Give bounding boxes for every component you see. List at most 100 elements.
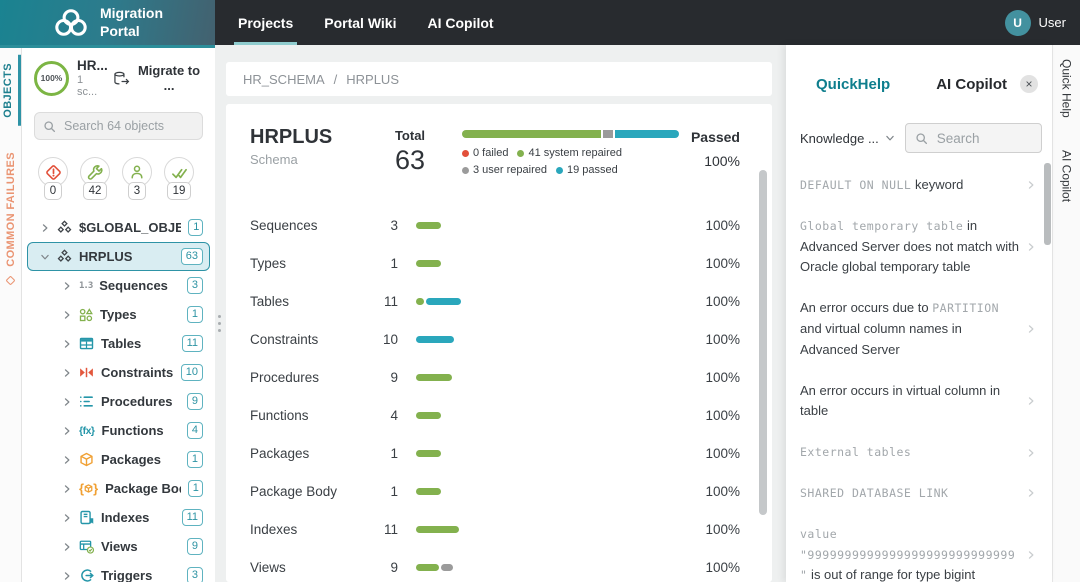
bar-segment-user_repaired [441,564,453,571]
bar-segment-system_repaired [416,412,441,419]
brand-title-line2: Portal [100,23,163,41]
quickhelp-scrollbar-thumb[interactable] [1044,163,1051,245]
nav-tab-projects[interactable]: Projects [238,0,293,45]
summary-row-label: Packages [250,446,354,461]
tree-item-count-badge: 1 [188,480,203,497]
migrate-button[interactable]: Migrate to ... [113,63,207,93]
tree-item-hrplus[interactable]: HRPLUS63 [27,242,210,271]
summary-row-count: 1 [354,256,398,271]
tree-item-sequences[interactable]: 1.3Sequences3 [27,271,210,300]
close-icon[interactable]: × [1020,75,1038,93]
rail-tab-common-failures[interactable]: COMMON FAILURES [5,150,17,269]
quickhelp-panel: QuickHelp AI Copilot × Knowledge ... DEF… [786,45,1052,582]
help-topic[interactable]: External tables [800,432,1036,473]
bar-segment-passed [615,130,679,138]
summary-row-package-body[interactable]: Package Body1100% [250,472,740,510]
legend-label: 3 user repaired [473,164,547,176]
summary-row-tables[interactable]: Tables11100% [250,282,740,320]
tree-item-views[interactable]: Views9 [27,532,210,561]
schema-title: HRPLUS [250,126,376,149]
tab-quickhelp[interactable]: QuickHelp [816,76,890,93]
breadcrumb-object[interactable]: HRPLUS [346,72,399,87]
summary-row-functions[interactable]: Functions4100% [250,396,740,434]
bar-segment-system_repaired [416,488,441,495]
summary-row-views[interactable]: Views9100% [250,548,740,582]
sidebar-search-input[interactable] [62,118,194,134]
main-scrollbar-thumb[interactable] [759,170,767,515]
help-topic[interactable]: An error occurs due to PARTITION and vir… [800,288,1036,370]
tree-item-procedures[interactable]: Procedures9 [27,387,210,416]
nav-tab-portal-wiki[interactable]: Portal Wiki [324,0,396,45]
tree-item-label: Sequences [99,278,168,293]
counter-passed[interactable]: 19 [161,157,197,200]
help-topic-list: DEFAULT ON NULL keywordGlobal temporary … [786,165,1052,582]
chevron-right-icon [1026,448,1036,458]
right-rail: Quick Help AI Copilot [1052,45,1080,582]
rail-tab-quick-help[interactable]: Quick Help [1060,59,1074,118]
summary-row-count: 3 [354,218,398,233]
summary-row-percent: 100% [705,294,740,309]
chevron-right-icon [62,571,72,581]
brand[interactable]: Migration Portal [0,0,215,45]
rail-tab-ai-copilot[interactable]: AI Copilot [1060,150,1074,202]
tree-item-indexes[interactable]: Indexes11 [27,503,210,532]
brand-logo-icon [52,8,90,38]
avatar[interactable]: U [1005,10,1031,36]
chevron-down-icon [885,133,895,143]
counter-user-repaired[interactable]: 3 [119,157,155,200]
bar-segment-system_repaired [416,260,441,267]
help-topic[interactable]: SHARED DATABASE LINK [800,473,1036,514]
help-topic[interactable]: value "9999999999999999999999999999" is … [800,514,1036,582]
summary-row-constraints[interactable]: Constraints10100% [250,320,740,358]
help-topic[interactable]: Global temporary table in Advanced Serve… [800,206,1036,288]
migrate-icon [113,71,130,86]
chevron-right-icon [62,397,72,407]
summary-row-sequences[interactable]: Sequences3100% [250,206,740,244]
tree-item-types[interactable]: Types1 [27,300,210,329]
chevron-right-icon [62,339,72,349]
main-content: HR_SCHEMA / HRPLUS HRPLUS Schema Total 6… [215,45,786,582]
counter-system-repaired[interactable]: 42 [77,157,113,200]
common-failures-diamond-icon [5,275,16,286]
quickhelp-search [905,123,1042,153]
top-bar: Migration Portal Projects Portal Wiki AI C… [0,0,1080,45]
help-topic[interactable]: An error occurs in virtual column in tab… [800,371,1036,433]
summary-row-count: 4 [354,408,398,423]
tree-item-count-badge: 10 [181,364,203,381]
summary-row-count: 1 [354,484,398,499]
breadcrumb-separator: / [334,72,338,87]
summary-row-label: Sequences [250,218,354,233]
rail-tab-objects[interactable]: OBJECTS [0,55,21,126]
quickhelp-search-input[interactable] [935,130,1032,147]
bar-segment-system_repaired [416,526,459,533]
brand-title: Migration Portal [100,5,163,40]
nav-tab-ai-copilot[interactable]: AI Copilot [427,0,493,45]
tree-item-functions[interactable]: {fx}Functions4 [27,416,210,445]
summary-row-types[interactable]: Types1100% [250,244,740,282]
tree-item-count-badge: 63 [181,248,203,265]
summary-row-count: 9 [354,560,398,575]
schema-icon [57,220,72,235]
chevron-right-icon [62,310,72,320]
help-topic[interactable]: DEFAULT ON NULL keyword [800,165,1036,206]
user-menu[interactable]: U User [1005,0,1080,45]
tree-item-global-objects[interactable]: $GLOBAL_OBJECTS1 [27,213,210,242]
summary-row-indexes[interactable]: Indexes11100% [250,510,740,548]
tree-item-package-body[interactable]: {}Package Body1 [27,474,210,503]
tree-item-tables[interactable]: Tables11 [27,329,210,358]
tree-item-label: Views [101,539,138,554]
summary-row-packages[interactable]: Packages1100% [250,434,740,472]
tree-item-constraints[interactable]: Constraints10 [27,358,210,387]
panel-resize-handle[interactable] [216,313,223,334]
knowledge-dropdown[interactable]: Knowledge ... [800,131,895,146]
breadcrumb-schema[interactable]: HR_SCHEMA [243,72,325,87]
chevron-right-icon [62,426,72,436]
tab-ai-copilot[interactable]: AI Copilot [936,76,1007,93]
tree-item-packages[interactable]: Packages1 [27,445,210,474]
legend-label: 19 passed [567,164,618,176]
tree-item-triggers[interactable]: Triggers3 [27,561,210,582]
summary-row-label: Procedures [250,370,354,385]
counter-failed-count: 0 [44,182,62,200]
summary-row-procedures[interactable]: Procedures9100% [250,358,740,396]
counter-failed[interactable]: 0 [35,157,71,200]
